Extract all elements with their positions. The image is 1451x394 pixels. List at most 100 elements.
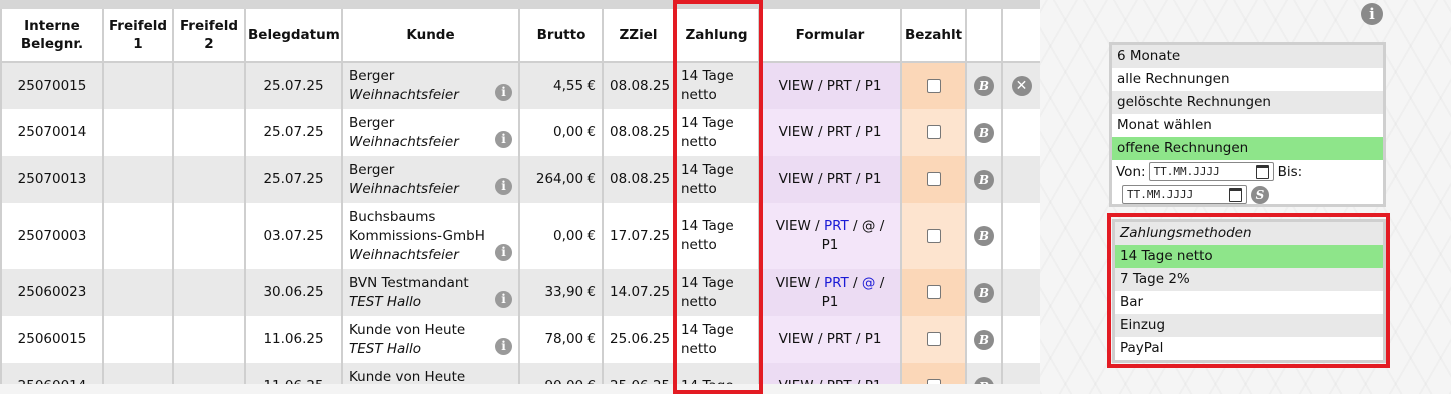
info-icon[interactable]: i bbox=[495, 84, 512, 101]
invoice-table-container: Interne Belegnr. Freifeld 1 Freifeld 2 B… bbox=[0, 0, 1040, 384]
info-icon[interactable]: i bbox=[495, 131, 512, 148]
kunde-cell: Berger Weihnachtsfeier i bbox=[341, 109, 520, 156]
formular-links[interactable]: VIEW / PRT / P1 bbox=[779, 331, 882, 347]
calendar-icon[interactable] bbox=[1255, 164, 1269, 179]
kunde-cell: Berger Weihnachtsfeier i bbox=[341, 156, 520, 203]
kunde-cell: Berger Weihnachtsfeier i bbox=[341, 62, 520, 109]
bezahlt-cell bbox=[900, 109, 967, 156]
bis-date-input[interactable]: TT.MM.JJJJ bbox=[1122, 185, 1247, 204]
info-icon[interactable]: i bbox=[495, 178, 512, 195]
col-header-freifeld2[interactable]: Freifeld 2 bbox=[172, 4, 246, 63]
b-button[interactable]: B bbox=[974, 329, 994, 350]
filter-monat-waehlen[interactable]: Monat wählen bbox=[1112, 114, 1383, 137]
formular-links[interactable]: / bbox=[849, 275, 862, 291]
calendar-icon[interactable] bbox=[1229, 187, 1242, 202]
table-row[interactable]: 25060023 30.06.25 BVN Testmandant TEST Hall… bbox=[0, 269, 1040, 316]
b-button[interactable]: B bbox=[974, 282, 994, 303]
b-button-cell: B bbox=[965, 269, 1003, 316]
col-header-bezahlt[interactable]: Bezahlt bbox=[900, 4, 967, 63]
col-header-formular[interactable]: Formular bbox=[758, 4, 902, 63]
b-button[interactable]: B bbox=[974, 76, 994, 96]
kunde-name: Berger bbox=[349, 68, 395, 84]
zahlungsmethode-paypal[interactable]: PayPal bbox=[1115, 337, 1383, 360]
belegdatum-cell: 30.06.25 bbox=[244, 269, 343, 316]
filter-geloeschte-rechnungen[interactable]: gelöschte Rechnungen bbox=[1112, 91, 1383, 114]
bezahlt-checkbox[interactable] bbox=[926, 285, 941, 299]
formular-links[interactable]: VIEW / PRT / P1 bbox=[779, 78, 882, 94]
bis-date-placeholder: TT.MM.JJJJ bbox=[1127, 188, 1194, 201]
kunde-name: Kunde von Heute bbox=[349, 321, 466, 338]
bezahlt-checkbox[interactable] bbox=[926, 125, 941, 139]
formular-cell: VIEW / PRT / P1 bbox=[758, 62, 902, 109]
bezahlt-checkbox[interactable] bbox=[926, 78, 941, 93]
zahlung-cell: 14 Tage bbox=[673, 363, 760, 384]
col-header-brutto[interactable]: Brutto bbox=[518, 4, 604, 63]
filter-offene-rechnungen[interactable]: offene Rechnungen bbox=[1112, 137, 1383, 160]
delete-button-cell bbox=[1001, 269, 1040, 316]
date-range-row: Von: TT.MM.JJJJ Bis: bbox=[1112, 160, 1383, 183]
formular-link[interactable]: @ bbox=[862, 275, 876, 291]
kunde-cell: Buchsbaums Kommissions-GmbH Weihnachtsfei… bbox=[341, 203, 520, 269]
col-header-zahlung[interactable]: Zahlung bbox=[673, 4, 760, 63]
formular-links[interactable]: VIEW / PRT / P1 bbox=[779, 124, 882, 140]
search-submit-button[interactable]: S bbox=[1251, 185, 1269, 204]
zziel-cell: 08.08.25 bbox=[602, 109, 675, 156]
b-button[interactable]: B bbox=[974, 226, 994, 246]
zahlungsmethode-14-tage-netto[interactable]: 14 Tage netto bbox=[1115, 245, 1383, 268]
freifeld1-cell bbox=[102, 203, 174, 269]
kunde-projekt: Weihnachtsfeier bbox=[349, 180, 459, 197]
bezahlt-checkbox[interactable] bbox=[926, 379, 941, 384]
freifeld2-cell bbox=[172, 203, 246, 269]
filter-panel: 6 Monate alle Rechnungen gelöschte Rechn… bbox=[1109, 42, 1386, 207]
zahlungsmethode-einzug[interactable]: Einzug bbox=[1115, 314, 1383, 337]
info-icon[interactable]: i bbox=[495, 338, 512, 355]
b-button[interactable]: B bbox=[974, 376, 994, 384]
info-icon[interactable]: i bbox=[495, 291, 512, 308]
table-row[interactable]: 25070013 25.07.25 Berger Weihnachtsfeier i 26… bbox=[0, 156, 1040, 203]
bezahlt-checkbox[interactable] bbox=[926, 332, 941, 346]
zahlungsmethode-bar[interactable]: Bar bbox=[1115, 291, 1383, 314]
zahlungsmethode-7-tage-2[interactable]: 7 Tage 2% bbox=[1115, 268, 1383, 291]
freifeld2-cell bbox=[172, 109, 246, 156]
col-header-belegdatum[interactable]: Belegdatum bbox=[244, 4, 343, 63]
kunde-projekt: TEST Hallo bbox=[349, 293, 422, 310]
table-row[interactable]: 25060015 11.06.25 Kunde von Heute TEST Hall… bbox=[0, 316, 1040, 363]
formular-links[interactable]: VIEW / PRT / P1 bbox=[779, 171, 882, 187]
formular-links[interactable]: VIEW / bbox=[776, 275, 824, 291]
formular-cell: VIEW / PRT / @ / P1 bbox=[758, 203, 902, 269]
formular-link[interactable]: PRT bbox=[824, 275, 849, 291]
table-row[interactable]: 25070015 25.07.25 Berger Weihnachtsfeier i 4,… bbox=[0, 62, 1040, 109]
belegdatum-cell: 11.06.25 bbox=[244, 363, 343, 384]
bezahlt-cell bbox=[900, 269, 967, 316]
b-button[interactable]: B bbox=[974, 122, 994, 143]
von-date-placeholder: TT.MM.JJJJ bbox=[1153, 165, 1220, 178]
freifeld1-cell bbox=[102, 62, 174, 109]
table-row[interactable]: 25070003 03.07.25 Buchsbaums Kommissions-G… bbox=[0, 203, 1040, 269]
von-date-input[interactable]: TT.MM.JJJJ bbox=[1148, 162, 1274, 181]
col-header-beleg[interactable]: Interne Belegnr. bbox=[0, 4, 104, 63]
col-header-empty-2 bbox=[1001, 4, 1040, 63]
b-button-cell: B bbox=[965, 316, 1003, 363]
col-header-zziel[interactable]: ZZiel bbox=[602, 4, 675, 63]
zahlung-cell: 14 Tage netto bbox=[673, 316, 760, 363]
zahlung-cell: 14 Tage netto bbox=[673, 62, 760, 109]
table-row[interactable]: 25060014 11.06.25Kunde von HeuteTEST Hall… bbox=[0, 363, 1040, 384]
col-header-freifeld1[interactable]: Freifeld 1 bbox=[102, 4, 174, 63]
bezahlt-checkbox[interactable] bbox=[926, 228, 941, 243]
bezahlt-checkbox[interactable] bbox=[926, 172, 941, 186]
delete-button-cell bbox=[1001, 316, 1040, 363]
formular-cell: VIEW / PRT / @ / P1 bbox=[758, 269, 902, 316]
filter-alle-rechnungen[interactable]: alle Rechnungen bbox=[1112, 68, 1383, 91]
table-row[interactable]: 25070014 25.07.25 Berger Weihnachtsfeier i 0,… bbox=[0, 109, 1040, 156]
info-icon[interactable]: i bbox=[495, 244, 512, 261]
formular-links[interactable]: VIEW / PRT / P1 bbox=[779, 378, 882, 384]
col-header-kunde[interactable]: Kunde bbox=[341, 4, 520, 63]
filter-6-monate[interactable]: 6 Monate bbox=[1112, 45, 1383, 68]
bezahlt-cell bbox=[900, 316, 967, 363]
close-icon[interactable]: ✕ bbox=[1011, 76, 1032, 96]
b-button[interactable]: B bbox=[974, 169, 994, 190]
brutto-cell: 78,00 € bbox=[518, 316, 604, 363]
info-icon[interactable]: i bbox=[1361, 3, 1383, 25]
formular-link[interactable]: PRT bbox=[824, 218, 849, 234]
formular-links[interactable]: VIEW / bbox=[776, 218, 824, 234]
